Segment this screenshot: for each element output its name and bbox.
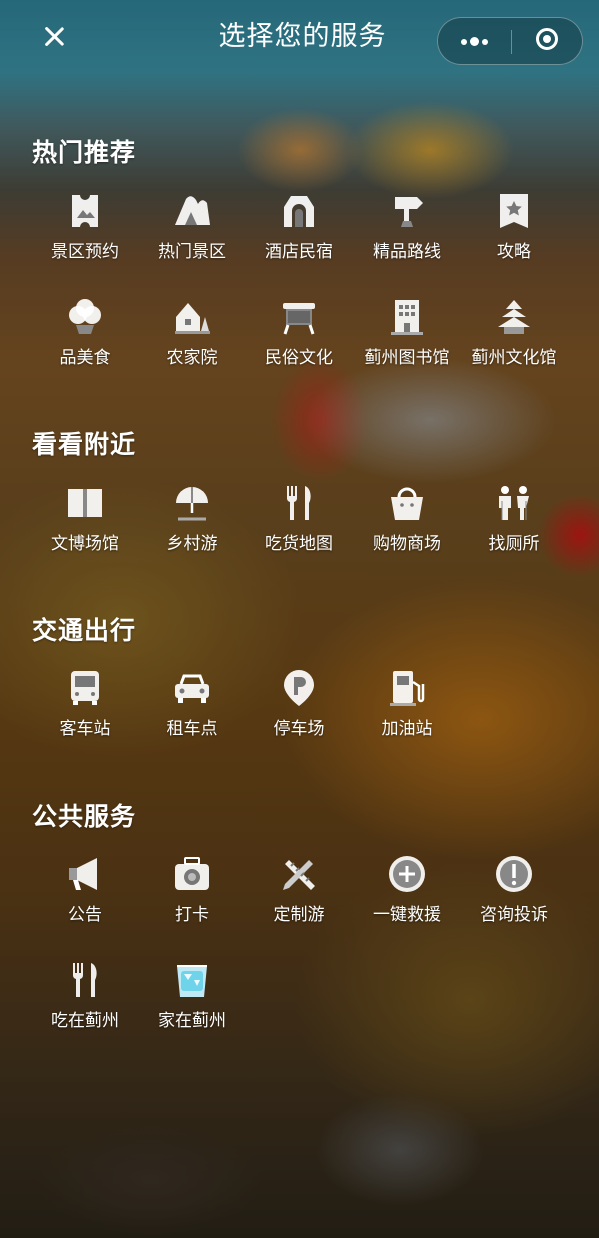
service-item-complaint[interactable]: 咨询投诉 — [460, 854, 568, 944]
more-button[interactable] — [438, 18, 510, 64]
bus-icon — [65, 668, 105, 708]
hotel-icon — [279, 191, 319, 231]
section-title-public: 公共服务 — [32, 802, 137, 831]
service-label: 攻略 — [497, 242, 531, 262]
toilet-icon — [494, 483, 534, 523]
service-label: 购物商场 — [373, 534, 441, 554]
service-item-village-tour[interactable]: 乡村游 — [138, 483, 246, 573]
page-title: 选择您的服务 — [218, 21, 387, 52]
service-item-route[interactable]: 精品路线 — [353, 191, 461, 281]
section-title-nearby: 看看附近 — [32, 430, 137, 459]
service-item-museum[interactable]: 文博场馆 — [31, 483, 139, 573]
mini-program-capsule — [437, 17, 583, 65]
service-item-eat-in-jizhou[interactable]: 吃在蓟州 — [31, 960, 139, 1050]
bookmark-icon — [494, 191, 534, 231]
signpost-icon — [387, 191, 427, 231]
service-label: 家在蓟州 — [158, 1011, 226, 1031]
exclamation-circle-icon — [494, 854, 534, 894]
service-item-announcement[interactable]: 公告 — [31, 854, 139, 944]
book-icon — [65, 483, 105, 523]
service-label: 品美食 — [59, 348, 111, 368]
farmhouse-icon — [172, 297, 212, 337]
service-label: 乡村游 — [166, 534, 218, 554]
close-button[interactable] — [38, 21, 70, 53]
service-label: 定制游 — [273, 905, 325, 925]
more-dot-icon — [482, 39, 488, 45]
service-label: 吃在蓟州 — [51, 1011, 119, 1031]
fork-knife-icon — [279, 483, 319, 523]
service-item-folk-culture[interactable]: 民俗文化 — [245, 297, 353, 387]
service-label: 加油站 — [381, 719, 433, 739]
gas-station-icon — [387, 668, 427, 708]
target-dot-icon — [543, 35, 551, 43]
service-label: 打卡 — [175, 905, 209, 925]
service-label: 蓟州图书馆 — [364, 348, 450, 368]
service-item-guide[interactable]: 攻略 — [460, 191, 568, 281]
umbrella-icon — [172, 483, 212, 523]
service-item-culture-center[interactable]: 蓟州文化馆 — [460, 297, 568, 387]
service-item-car-rental[interactable]: 租车点 — [138, 668, 246, 758]
megaphone-icon — [65, 854, 105, 894]
service-label: 客车站 — [59, 719, 111, 739]
section-title-transport: 交通出行 — [32, 616, 137, 645]
mountain-icon — [172, 191, 212, 231]
service-item-bus-station[interactable]: 客车站 — [31, 668, 139, 758]
service-item-rescue[interactable]: 一键救援 — [353, 854, 461, 944]
ice-cube-icon — [172, 960, 212, 1000]
service-label: 景区预约 — [51, 242, 119, 262]
library-building-icon — [387, 297, 427, 337]
service-label: 一键救援 — [373, 905, 441, 925]
service-item-home-in-jizhou[interactable]: 家在蓟州 — [138, 960, 246, 1050]
tree-icon — [65, 297, 105, 337]
service-label: 热门景区 — [158, 242, 226, 262]
service-label: 租车点 — [166, 719, 218, 739]
fork-knife-icon — [65, 960, 105, 1000]
service-item-library[interactable]: 蓟州图书馆 — [353, 297, 461, 387]
service-label: 文博场馆 — [51, 534, 119, 554]
car-icon — [172, 668, 212, 708]
plus-circle-icon — [387, 854, 427, 894]
service-item-hot-scenic[interactable]: 热门景区 — [138, 191, 246, 281]
shopping-basket-icon — [387, 483, 427, 523]
top-bar: 选择您的服务 — [0, 0, 599, 66]
camera-icon — [172, 854, 212, 894]
service-label: 公告 — [68, 905, 102, 925]
service-item-hotel[interactable]: 酒店民宿 — [245, 191, 353, 281]
ruler-pencil-icon — [279, 854, 319, 894]
service-item-scenic-booking[interactable]: 景区预约 — [31, 191, 139, 281]
service-item-toilet[interactable]: 找厕所 — [460, 483, 568, 573]
service-label: 吃货地图 — [265, 534, 333, 554]
drum-icon — [279, 297, 319, 337]
service-item-gas-station[interactable]: 加油站 — [353, 668, 461, 758]
service-label: 蓟州文化馆 — [471, 348, 557, 368]
service-item-shopping[interactable]: 购物商场 — [353, 483, 461, 573]
service-label: 酒店民宿 — [265, 242, 333, 262]
service-label: 精品路线 — [373, 242, 441, 262]
ticket-icon — [65, 191, 105, 231]
service-label: 农家院 — [166, 348, 218, 368]
parking-icon — [279, 668, 319, 708]
service-item-check-in[interactable]: 打卡 — [138, 854, 246, 944]
service-item-custom-tour[interactable]: 定制游 — [245, 854, 353, 944]
more-dot-icon — [461, 39, 467, 45]
service-label: 找厕所 — [488, 534, 540, 554]
service-item-food-map[interactable]: 吃货地图 — [245, 483, 353, 573]
service-item-parking[interactable]: 停车场 — [245, 668, 353, 758]
service-label: 民俗文化 — [265, 348, 333, 368]
more-dot-icon — [470, 37, 479, 46]
service-item-farmhouse[interactable]: 农家院 — [138, 297, 246, 387]
section-title-hot: 热门推荐 — [32, 138, 137, 167]
home-button[interactable] — [512, 18, 582, 64]
service-label: 停车场 — [273, 719, 325, 739]
service-label: 咨询投诉 — [480, 905, 548, 925]
service-item-food[interactable]: 品美食 — [31, 297, 139, 387]
pagoda-icon — [494, 297, 534, 337]
